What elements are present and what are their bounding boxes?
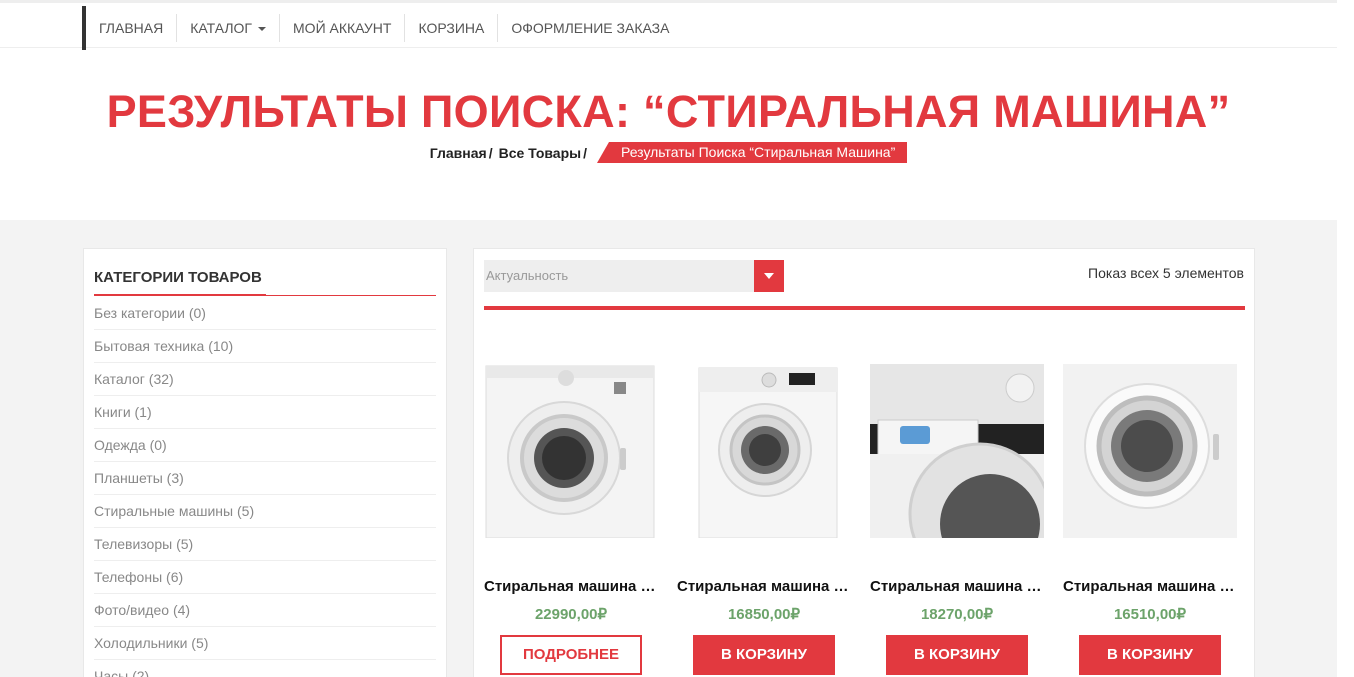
product-price: 16850,00₽	[727, 606, 801, 623]
product-name[interactable]: Стиральная машина Indesit	[1063, 578, 1237, 595]
nav-item-account[interactable]: МОЙ АККАУНТ	[280, 14, 406, 42]
product-name[interactable]: Стиральная машина BEKO	[870, 578, 1044, 595]
top-navigation: ГЛАВНАЯ КАТАЛОГ МОЙ АККАУНТ КОРЗИНА ОФОР…	[0, 0, 1337, 50]
category-item[interactable]: Фото/видео (4)	[94, 594, 436, 627]
breadcrumb-separator: /	[583, 144, 587, 161]
nav-item-cart[interactable]: КОРЗИНА	[405, 14, 499, 42]
add-to-cart-button[interactable]: В КОРЗИНУ	[1079, 635, 1221, 675]
category-item[interactable]: Холодильники (5)	[94, 627, 436, 660]
product-card: Стиральная машина LG 22990,00₽ ПОДРОБНЕЕ	[484, 364, 658, 675]
add-to-cart-button[interactable]: В КОРЗИНУ	[693, 635, 835, 675]
sidebar-title-underline	[94, 294, 436, 296]
product-card: Стиральная машина BEKO 16850,00₽ В КОРЗИ…	[677, 364, 851, 675]
chevron-down-icon[interactable]	[754, 260, 784, 292]
result-count: Показ всех 5 элементов	[1088, 265, 1244, 281]
sort-select-value: Актуальность	[486, 268, 569, 283]
category-list: Без категории (0) Бытовая техника (10) К…	[94, 297, 436, 677]
category-item[interactable]: Телевизоры (5)	[94, 528, 436, 561]
product-image[interactable]	[484, 364, 658, 538]
breadcrumb-separator: /	[488, 144, 493, 161]
breadcrumb-all-products[interactable]: Все Товары	[499, 145, 582, 161]
nav-item-label: ГЛАВНАЯ	[99, 20, 164, 36]
product-card: Стиральная машина BEKO 18270,00₽ В КОРЗИ…	[870, 364, 1044, 675]
product-image[interactable]	[870, 364, 1044, 538]
nav-item-label: МОЙ АККАУНТ	[293, 20, 392, 36]
category-item[interactable]: Планшеты (3)	[94, 462, 436, 495]
category-item[interactable]: Бытовая техника (10)	[94, 330, 436, 363]
category-item[interactable]: Каталог (32)	[94, 363, 436, 396]
nav-item-label: КОРЗИНА	[418, 20, 485, 36]
nav-item-label: КАТАЛОГ	[190, 20, 253, 36]
details-button[interactable]: ПОДРОБНЕЕ	[500, 635, 642, 675]
nav-item-checkout[interactable]: ОФОРМЛЕНИЕ ЗАКАЗА	[498, 14, 682, 42]
breadcrumb: Главная / Все Товары / Результаты Поиска…	[0, 142, 1337, 163]
category-sidebar: КАТЕГОРИИ ТОВАРОВ Без категории (0) Быто…	[83, 248, 447, 677]
nav-item-catalog[interactable]: КАТАЛОГ	[177, 14, 281, 42]
breadcrumb-current: Результаты Поиска “Стиральная Машина”	[596, 142, 908, 163]
nav-menu: ГЛАВНАЯ КАТАЛОГ МОЙ АККАУНТ КОРЗИНА ОФОР…	[86, 6, 682, 50]
products-panel: Актуальность Показ всех 5 элементов Стир…	[473, 248, 1255, 677]
sort-select[interactable]: Актуальность	[484, 260, 784, 292]
product-name[interactable]: Стиральная машина LG	[484, 578, 658, 595]
product-image[interactable]	[677, 364, 851, 538]
category-item[interactable]: Стиральные машины (5)	[94, 495, 436, 528]
product-name[interactable]: Стиральная машина BEKO	[677, 578, 851, 595]
product-price: 22990,00₽	[534, 606, 608, 623]
breadcrumb-home[interactable]: Главная	[430, 145, 487, 161]
page-title: РЕЗУЛЬТАТЫ ПОИСКА: “СТИРАЛЬНАЯ МАШИНА”	[106, 86, 1231, 137]
category-item[interactable]: Без категории (0)	[94, 297, 436, 330]
caret-down-icon	[258, 27, 267, 31]
nav-item-home[interactable]: ГЛАВНАЯ	[86, 14, 178, 42]
divider	[484, 306, 1245, 310]
sidebar-title: КАТЕГОРИИ ТОВАРОВ	[94, 269, 262, 286]
product-price: 16510,00₽	[1113, 606, 1187, 623]
add-to-cart-button[interactable]: В КОРЗИНУ	[886, 635, 1028, 675]
category-item[interactable]: Книги (1)	[94, 396, 436, 429]
category-item[interactable]: Одежда (0)	[94, 429, 436, 462]
product-price: 18270,00₽	[920, 606, 994, 623]
product-card: Стиральная машина Indesit 16510,00₽ В КО…	[1063, 364, 1237, 675]
product-image[interactable]	[1063, 364, 1237, 538]
category-item[interactable]: Часы (2)	[94, 660, 436, 677]
category-item[interactable]: Телефоны (6)	[94, 561, 436, 594]
nav-item-label: ОФОРМЛЕНИЕ ЗАКАЗА	[511, 20, 670, 36]
